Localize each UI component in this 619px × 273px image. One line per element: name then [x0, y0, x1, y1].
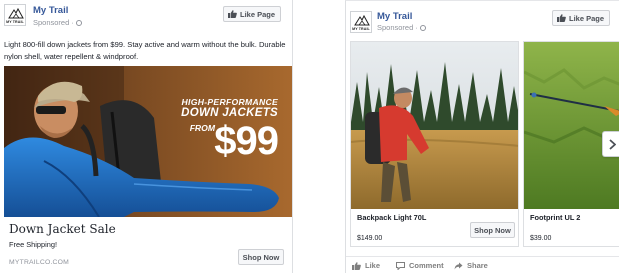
sponsored-label: Sponsored · [33, 18, 82, 27]
share-action-label: Share [467, 261, 488, 270]
comment-icon [396, 261, 405, 270]
action-bar: Like Comment Share [346, 256, 619, 273]
sponsored-label: Sponsored · [377, 23, 426, 32]
sponsored-text: Sponsored · [377, 23, 418, 32]
card-title: Backpack Light 70L [357, 213, 427, 222]
like-action-label: Like [365, 261, 381, 270]
shop-now-button[interactable]: Shop Now [238, 249, 284, 265]
page-name-link[interactable]: My Trail [33, 5, 68, 16]
globe-icon [75, 20, 82, 26]
card-image [351, 42, 518, 209]
logo-text: MY TRAIL [352, 27, 370, 31]
ad-body-text: Light 800-fill down jackets from $99. St… [4, 40, 286, 61]
like-page-button[interactable]: Like Page [552, 10, 611, 26]
chevron-right-icon [609, 138, 616, 150]
thumbs-up-icon [352, 261, 361, 270]
carousel-next-button[interactable] [602, 131, 619, 157]
thumbs-up-icon [557, 14, 566, 22]
link-description: Free Shipping! [9, 240, 58, 249]
link-title: Down Jacket Sale [9, 222, 116, 236]
thumbs-up-icon [228, 10, 237, 18]
hero-headline: HIGH-PERFORMANCE DOWN JACKETS [181, 97, 278, 119]
carousel-ad-right: MY TRAIL My Trail Sponsored · Like Page [345, 0, 619, 273]
hero-headline-line2: DOWN JACKETS [181, 107, 278, 119]
share-action[interactable]: Share [454, 261, 488, 270]
card-price: $39.00 [530, 235, 552, 242]
carousel-card-backpack[interactable]: Backpack Light 70L $149.00 Shop Now [350, 41, 519, 247]
carousel-ad-left: MY TRAIL My Trail Sponsored · Like Page … [0, 0, 293, 273]
card-title: Footprint UL 2 [530, 213, 581, 222]
card-price: $149.00 [357, 235, 383, 242]
hero-image[interactable]: HIGH-PERFORMANCE DOWN JACKETS FROM $99 [4, 66, 292, 217]
comment-action[interactable]: Comment [396, 261, 444, 270]
hiker-photo [351, 42, 518, 209]
logo-text: MY TRAIL [6, 20, 24, 24]
link-domain: MYTRAILCO.COM [9, 259, 69, 266]
sponsored-text: Sponsored · [33, 18, 74, 27]
page-logo[interactable]: MY TRAIL [4, 4, 26, 26]
page-logo[interactable]: MY TRAIL [350, 11, 372, 33]
like-page-button[interactable]: Like Page [223, 6, 282, 22]
share-icon [454, 262, 463, 269]
grass-photo [524, 42, 619, 209]
like-action[interactable]: Like [352, 261, 380, 270]
mountain-icon [354, 14, 370, 26]
link-preview[interactable]: Down Jacket Sale Free Shipping! MYTRAILC… [4, 217, 292, 273]
card-image [524, 42, 619, 209]
comment-action-label: Comment [409, 261, 444, 270]
like-page-label: Like Page [240, 9, 276, 19]
like-page-label: Like Page [569, 13, 605, 23]
page-name-link[interactable]: My Trail [377, 11, 412, 22]
mountain-icon [8, 7, 24, 19]
hero-from-label: FROM [189, 123, 215, 133]
hero-price: $99 [214, 119, 279, 163]
globe-icon [419, 25, 426, 31]
shop-now-button[interactable]: Shop Now [470, 222, 515, 238]
